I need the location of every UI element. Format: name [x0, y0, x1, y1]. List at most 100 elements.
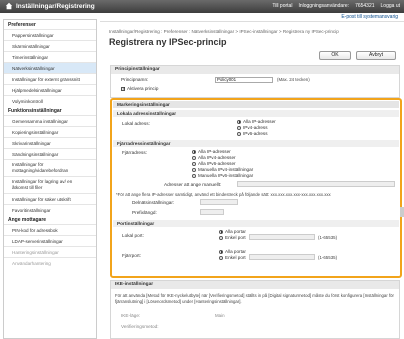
- sidebar-item-printer[interactable]: Skrivarinställningar: [4, 137, 96, 148]
- local-all-option[interactable]: Alla IP-adresser: [237, 119, 276, 124]
- remote-port-input[interactable]: [249, 254, 315, 260]
- activate-policy-label: Aktivera princip: [127, 86, 159, 91]
- remote-ipv6-option[interactable]: Alla IPv6-adresser: [192, 161, 236, 166]
- ike-heading: IKE-inställningar: [111, 281, 399, 289]
- remote-manual-ipv6-radio[interactable]: [192, 173, 196, 178]
- sidebar: Preferenser Pappersinställningar Skärmin…: [3, 19, 97, 339]
- sidebar-item-ldap[interactable]: LDAP-serverinställningar: [4, 235, 96, 246]
- local-port-range: (1-65535): [318, 235, 338, 240]
- breadcrumb: Inställningar/Registrering : Preferenser…: [109, 29, 339, 34]
- cancel-button[interactable]: Avbryt: [356, 51, 396, 60]
- remote-port-range: (1-65535): [318, 255, 338, 260]
- remote-address-heading: Fjärradressinställningar: [113, 140, 399, 147]
- remote-ipv4-label: Alla IPv4-adresser: [198, 155, 236, 160]
- subnet-input[interactable]: [200, 199, 238, 205]
- local-address-heading: Lokala adressinställningar: [113, 110, 399, 117]
- sidebar-item-receive-forward[interactable]: Inställningar för mottagning/vidarebefor…: [4, 159, 96, 176]
- remote-ipv4-option[interactable]: Alla IPv4-adresser: [192, 155, 236, 160]
- local-all-label: Alla IP-adresser: [243, 119, 276, 124]
- local-port-all-radio[interactable]: [219, 229, 223, 234]
- selector-section: Markeringsinställningar Lokala adressins…: [110, 98, 402, 278]
- sidebar-item-store-access[interactable]: Inställningar för lagring av/ en åtkomst…: [4, 176, 96, 193]
- ok-button[interactable]: OK: [319, 51, 351, 60]
- local-port-single-option[interactable]: Enkel port: [219, 235, 246, 240]
- remote-port-single-label: Enkel port: [225, 255, 246, 260]
- local-port-single-radio[interactable]: [219, 235, 223, 240]
- remote-ipv6-radio[interactable]: [192, 161, 196, 166]
- remote-port-single-option[interactable]: Enkel port: [219, 255, 246, 260]
- sidebar-heading-destinations: Ange mottagare: [4, 215, 96, 224]
- sidebar-item-secure-print[interactable]: Inställningar för säker utskrift: [4, 193, 96, 204]
- local-port-all-option[interactable]: Alla portar: [219, 229, 246, 234]
- remote-port-single-radio[interactable]: [219, 255, 223, 260]
- remote-all-option[interactable]: Alla IP-adresser: [192, 149, 231, 154]
- remote-all-radio[interactable]: [192, 149, 196, 154]
- login-user-value: 7654321: [355, 3, 375, 9]
- prefix-input[interactable]: [200, 209, 224, 215]
- sidebar-item-accessibility[interactable]: Hjälpmedelsinställningar: [4, 84, 96, 95]
- local-ipv6-option[interactable]: IPv6-adress: [237, 131, 268, 136]
- local-ipv6-radio[interactable]: [237, 131, 241, 136]
- top-nav: Till portal Inloggningsanvändare: 765432…: [272, 3, 400, 9]
- activate-policy-option[interactable]: Aktivera princip: [121, 86, 159, 92]
- portal-link[interactable]: Till portal: [272, 3, 292, 9]
- remote-manual-ipv6-label: Manuella IPv6-inställningar: [198, 173, 254, 178]
- principle-section: Principinställningar Principnamn: Policy…: [110, 65, 400, 98]
- sidebar-item-external-interface[interactable]: Inställningar för externt gränssnitt: [4, 73, 96, 84]
- policy-name-label: Principnamn:: [121, 77, 149, 82]
- home-icon[interactable]: [5, 2, 13, 10]
- sidebar-item-address-pin[interactable]: PIN-kod för adressbok: [4, 224, 96, 235]
- sidebar-heading-preferences: Preferenser: [4, 20, 96, 29]
- manual-address-note: *För att ange flera IP-adresser samtidig…: [116, 192, 331, 197]
- sidebar-item-volume[interactable]: Volyminkontroll: [4, 95, 96, 106]
- sidebar-item-common[interactable]: Gemensamma inställningar: [4, 115, 96, 126]
- local-ipv4-option[interactable]: IPv4-adress: [237, 125, 268, 130]
- manual-address-label: Adresser att ange manuellt:: [164, 182, 222, 187]
- sidebar-item-display[interactable]: Skärminställningar: [4, 40, 96, 51]
- ike-section: IKE-inställningar För att använda [Metod…: [110, 280, 400, 339]
- policy-name-hint: (Max. 24 tecken): [277, 77, 310, 82]
- local-ipv4-radio[interactable]: [237, 125, 241, 130]
- top-bar: Inställningar/Registrering Till portal I…: [0, 0, 404, 13]
- remote-manual-ipv6-option[interactable]: Manuella IPv6-inställningar: [192, 173, 253, 178]
- activate-policy-checkbox[interactable]: [121, 86, 126, 92]
- local-all-radio[interactable]: [237, 119, 241, 124]
- remote-ipv4-radio[interactable]: [192, 155, 196, 160]
- logout-link[interactable]: Logga ut: [381, 3, 400, 9]
- sidebar-item-network[interactable]: Nätverksinställningar: [4, 62, 96, 73]
- sidebar-item-timer[interactable]: Timerinställningar: [4, 51, 96, 62]
- sub-bar: E-post till systemansvarig: [100, 13, 404, 22]
- local-port-single-label: Enkel port: [225, 235, 246, 240]
- remote-address-label: Fjärradress:: [122, 150, 148, 155]
- remote-manual-ipv4-option[interactable]: Manuella IPv4-inställningar: [192, 167, 253, 172]
- sidebar-item-paper[interactable]: Pappersinställningar: [4, 29, 96, 40]
- sidebar-item-users[interactable]: Användarhantering: [4, 257, 96, 268]
- sidebar-item-management[interactable]: Hanteringsinställningar: [4, 246, 96, 257]
- local-port-input[interactable]: [249, 234, 315, 240]
- email-admin-link[interactable]: E-post till systemansvarig: [341, 14, 398, 20]
- remote-ipv6-label: Alla IPv6-adresser: [198, 161, 236, 166]
- subnet-label: Delnätsinställningar:: [132, 200, 175, 205]
- remote-port-label: Fjärrport:: [122, 253, 142, 258]
- remote-port-all-label: Alla portar: [225, 249, 246, 254]
- brand-title: Inställningar/Registrering: [16, 2, 95, 10]
- remote-manual-ipv4-radio[interactable]: [192, 167, 196, 172]
- policy-name-input[interactable]: Policy001: [215, 77, 273, 83]
- page-title: Registrera ny IPSec-princip: [109, 37, 227, 47]
- sidebar-item-copy[interactable]: Kopieringsinställningar: [4, 126, 96, 137]
- brand: Inställningar/Registrering: [5, 2, 95, 10]
- local-address-label: Lokal adress:: [122, 121, 150, 126]
- ike-mode-label: IKE-läge:: [121, 313, 141, 318]
- remote-port-all-option[interactable]: Alla portar: [219, 249, 246, 254]
- remote-manual-ipv4-label: Manuella IPv4-inställningar: [198, 167, 254, 172]
- sidebar-heading-functions: Funktionsinställningar: [4, 106, 96, 115]
- manual-address-input[interactable]: [237, 181, 395, 187]
- selector-heading: Markeringsinställningar: [113, 101, 399, 108]
- sidebar-item-favorites[interactable]: Favoritinställningar: [4, 204, 96, 215]
- ike-mode-value: Main: [215, 313, 225, 318]
- scrollbar[interactable]: [400, 207, 404, 217]
- remote-port-all-radio[interactable]: [219, 249, 223, 254]
- sidebar-item-send[interactable]: Sändningsinställningar: [4, 148, 96, 159]
- main-content: Inställningar/Registrering : Preferenser…: [100, 22, 404, 339]
- remote-all-label: Alla IP-adresser: [198, 149, 231, 154]
